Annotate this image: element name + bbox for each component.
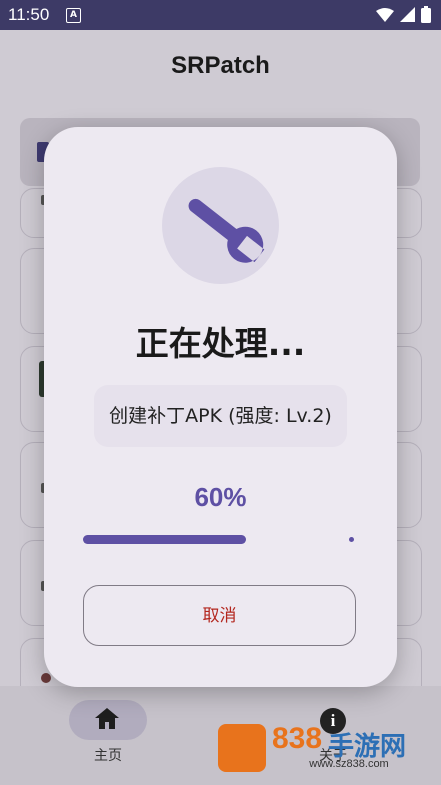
watermark: 838 手游网 www.sz838.com: [218, 722, 436, 776]
wrench-icon: [188, 198, 265, 263]
processing-dialog: 正在处理... 创建补丁APK (强度: Lv.2) 60% 取消: [44, 127, 397, 687]
wifi-icon: [376, 7, 394, 22]
cancel-button[interactable]: 取消: [83, 585, 356, 646]
status-bar: 11:50 A: [0, 0, 441, 30]
progress-end-dot: [349, 537, 354, 542]
watermark-number: 838: [272, 722, 323, 755]
status-icons: [376, 6, 431, 23]
app-title: SRPatch: [171, 52, 270, 79]
home-icon: [95, 708, 119, 729]
detail-wrap: 创建补丁APK (强度: Lv.2): [44, 385, 397, 447]
icon-circle: [162, 167, 279, 284]
progress-fill: [83, 535, 246, 544]
nav-item-home-label: 主页: [94, 748, 122, 764]
watermark-url: www.sz838.com: [309, 758, 389, 770]
status-time: 11:50: [8, 5, 50, 24]
detail-text: 创建补丁APK (强度: Lv.2): [109, 405, 332, 427]
watermark-logo-icon: [218, 724, 266, 772]
card-icon: [41, 673, 51, 683]
notification-icon: A: [66, 8, 81, 23]
progress-bar: [83, 535, 355, 544]
battery-icon: [421, 6, 431, 23]
signal-icon: [400, 7, 415, 22]
dialog-title: 正在处理...: [135, 324, 306, 363]
progress-percent: 60%: [194, 482, 247, 512]
